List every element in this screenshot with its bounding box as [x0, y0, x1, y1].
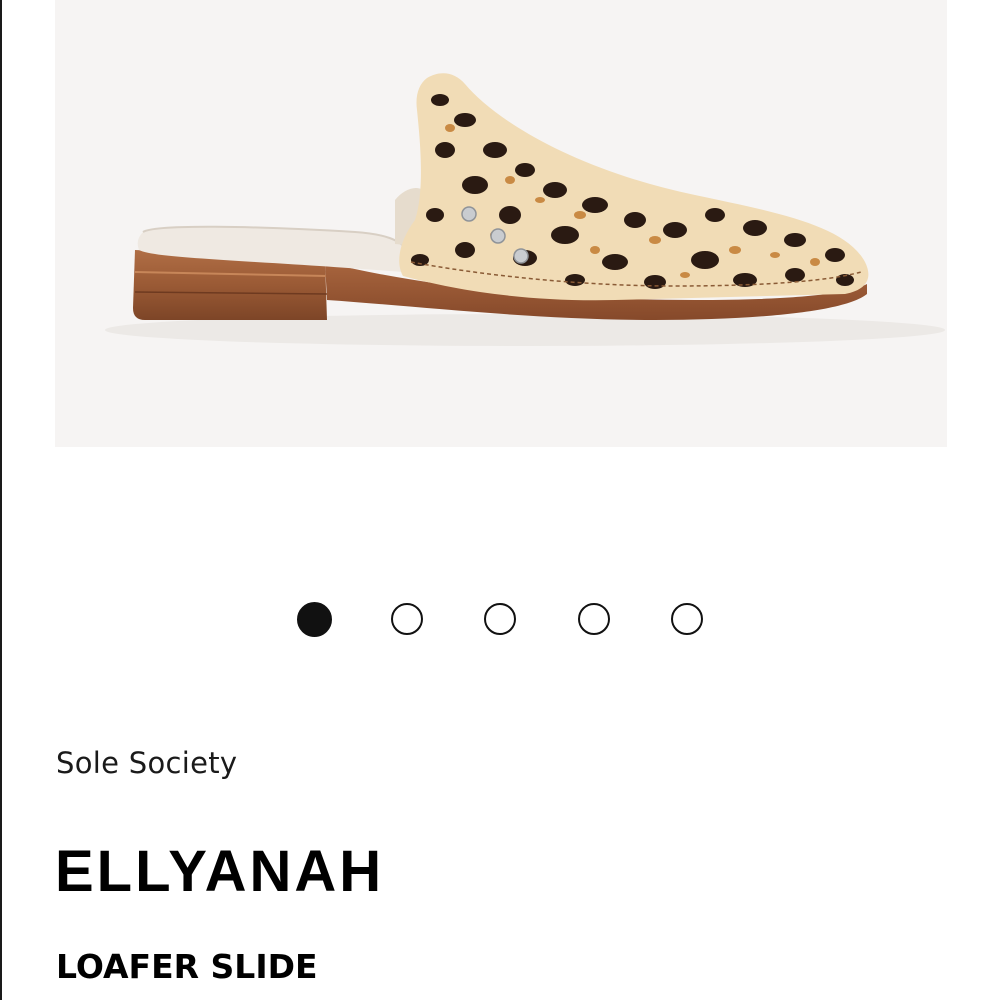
carousel-dot-1[interactable]: [297, 602, 332, 637]
product-image[interactable]: [55, 0, 947, 447]
product-title: ELLYANAH: [55, 839, 385, 904]
leopard-loafer-illustration: [105, 73, 945, 346]
product-page: Sole Society ELLYANAH LOAFER SLIDE: [0, 0, 1000, 1000]
carousel-dot-2[interactable]: [391, 603, 423, 635]
carousel-dot-4[interactable]: [578, 603, 610, 635]
carousel-dot-5[interactable]: [671, 603, 703, 635]
brand-name[interactable]: Sole Society: [56, 746, 237, 780]
carousel-dot-3[interactable]: [484, 603, 516, 635]
left-edge-divider: [0, 0, 2, 1000]
product-category: LOAFER SLIDE: [56, 947, 318, 986]
image-carousel-dots: [0, 602, 1000, 639]
